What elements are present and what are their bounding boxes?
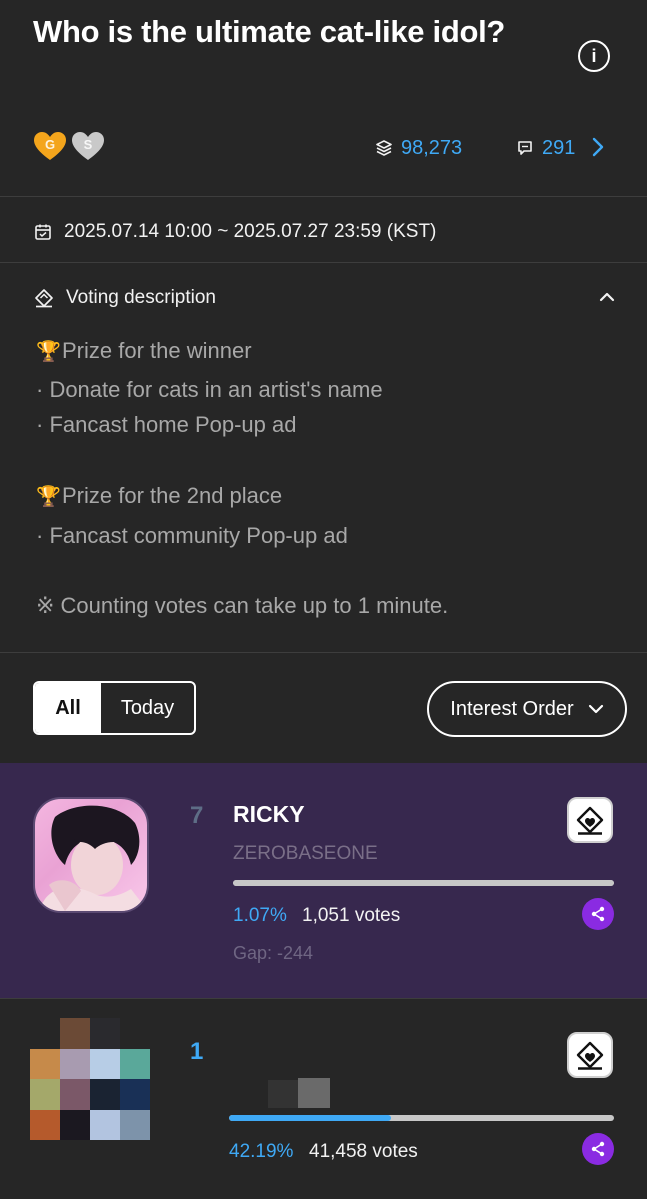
poll-title: Who is the ultimate cat-like idol? (33, 14, 506, 49)
candidate-avatar[interactable] (33, 797, 149, 913)
vote-percent: 1.07% (233, 905, 287, 926)
sort-dropdown[interactable]: Interest Order (427, 681, 627, 737)
participants-count: 98,273 (401, 136, 463, 159)
chevron-right-icon[interactable] (591, 136, 605, 164)
vote-ticket-icon (576, 1041, 604, 1070)
prize-winner-heading: 🏆Prize for the winner (36, 335, 252, 367)
prize-second-title: Prize for the 2nd place (62, 483, 283, 508)
layers-icon (376, 140, 392, 156)
info-icon[interactable]: i (578, 40, 610, 72)
divider (0, 998, 647, 999)
name-censor-block (268, 1080, 300, 1108)
vote-button[interactable] (567, 797, 613, 843)
prize-second-heading: 🏆Prize for the 2nd place (36, 480, 282, 512)
counting-note: ※ Counting votes can take up to 1 minute… (36, 593, 449, 618)
prize-item: · Fancast home Pop-up ad (36, 412, 297, 437)
trophy-icon: 🏆 (36, 486, 61, 508)
poll-period: 2025.07.14 10:00 ~ 2025.07.27 23:59 (KST… (34, 218, 436, 246)
vote-ticket-icon (576, 806, 604, 835)
ticket-icon (35, 289, 53, 308)
vote-progress-bar (229, 1115, 614, 1121)
chevron-up-icon[interactable] (596, 286, 618, 308)
comments-count: 291 (542, 136, 576, 159)
vote-button[interactable] (567, 1032, 613, 1078)
divider (0, 652, 647, 653)
vote-progress-fill (229, 1115, 391, 1121)
prize-item: · Donate for cats in an artist's name (36, 377, 383, 402)
candidate-avatar-blurred[interactable] (30, 1018, 150, 1140)
description-label: Voting description (66, 287, 216, 308)
vote-count: 1,051 votes (302, 905, 401, 926)
name-censor-block (298, 1078, 330, 1108)
sort-label: Interest Order (450, 697, 574, 720)
gold-heart-letter: G (44, 137, 56, 152)
tab-today[interactable]: Today (101, 683, 194, 733)
participants-stat: 98,273 (375, 135, 462, 161)
share-button[interactable] (582, 1133, 614, 1165)
vote-progress-bar (233, 880, 614, 886)
prize-item: · Fancast community Pop-up ad (36, 523, 348, 548)
rank-number: 7 (190, 802, 204, 829)
calendar-icon (35, 224, 51, 240)
divider (0, 196, 647, 197)
comment-icon (518, 141, 532, 155)
vote-progress-fill (233, 880, 614, 886)
gold-heart-icon: G (33, 131, 67, 161)
prize-winner-title: Prize for the winner (62, 338, 252, 363)
vote-percent: 42.19% (229, 1141, 294, 1162)
comments-link[interactable]: 291 (516, 135, 575, 161)
chevron-down-icon (588, 704, 603, 714)
divider (0, 262, 647, 263)
candidate-group: ZEROBASEONE (233, 843, 378, 864)
rank-number: 1 (190, 1038, 204, 1065)
share-icon (591, 1141, 605, 1157)
silver-heart-icon: S (71, 131, 105, 161)
period-text: 2025.07.14 10:00 ~ 2025.07.27 23:59 (KST… (64, 221, 437, 242)
candidate-name: RICKY (233, 801, 305, 827)
heart-badges: G S (33, 131, 105, 163)
share-icon (591, 906, 605, 922)
vote-count: 41,458 votes (309, 1141, 418, 1162)
silver-heart-letter: S (83, 137, 93, 152)
vote-gap: Gap: -244 (233, 943, 314, 963)
tab-all[interactable]: All (35, 683, 101, 733)
trophy-icon: 🏆 (36, 341, 61, 363)
share-button[interactable] (582, 898, 614, 930)
period-segmented-control: All Today (33, 681, 196, 735)
description-toggle[interactable]: Voting description (34, 284, 216, 312)
